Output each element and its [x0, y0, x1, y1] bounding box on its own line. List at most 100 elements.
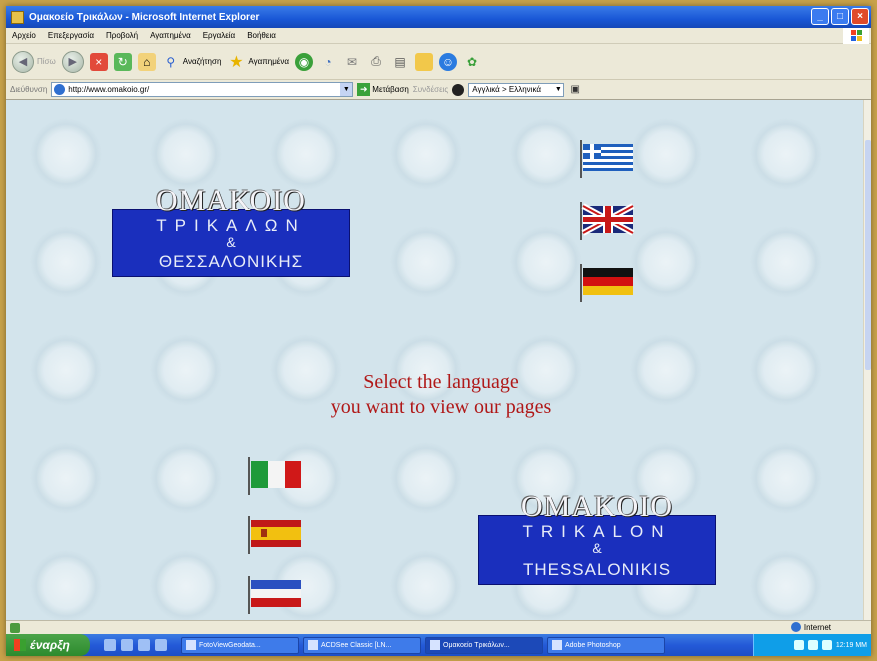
close-button[interactable]: ×: [851, 8, 869, 25]
task-list: FotoViewGeodata... ACDSee Classic [LN...…: [181, 636, 665, 654]
window-title: Ομακοείο Τρικάλων - Microsoft Internet E…: [29, 11, 260, 23]
maximize-button[interactable]: □: [831, 8, 849, 25]
menu-help[interactable]: Βοήθεια: [241, 31, 282, 40]
translate-select[interactable]: Αγγλικά > Ελληνικά ▼: [468, 82, 565, 97]
quick-launch-messenger-icon[interactable]: [155, 639, 167, 651]
serbian-flag-icon[interactable]: [246, 574, 301, 614]
logo-latin-city2: THESSALONIKIS: [522, 560, 672, 579]
quick-launch-media-icon[interactable]: [138, 639, 150, 651]
folder-icon[interactable]: [415, 52, 433, 71]
minimize-button[interactable]: _: [811, 8, 829, 25]
title-bar[interactable]: Ομακοείο Τρικάλων - Microsoft Internet E…: [6, 6, 871, 28]
security-zone: Internet: [790, 622, 831, 632]
address-label: Διεύθυνση: [10, 85, 48, 94]
uk-flag-icon[interactable]: [578, 200, 635, 240]
ie-app-icon: [11, 10, 24, 24]
window-controls: _ □ ×: [811, 8, 869, 25]
quick-launch-ie-icon[interactable]: [104, 639, 116, 651]
logo-latin[interactable]: OMAKOIO TRIKALON & THESSALONIKIS: [478, 490, 716, 585]
back-label: Πίσω: [37, 57, 56, 66]
taskbar: έναρξη FotoViewGeodata... ACDSee Classic…: [6, 634, 871, 656]
task-button[interactable]: ACDSee Classic [LN...: [303, 636, 421, 654]
clock[interactable]: 12:19 ΜΜ: [836, 642, 867, 649]
menu-tools[interactable]: Εργαλεία: [197, 31, 241, 40]
app-icon: [552, 640, 562, 650]
address-bar: Διεύθυνση http://www.omakoio.gr/ ▼ ➜ Μετ…: [6, 80, 871, 100]
tray-antivirus-icon[interactable]: [821, 640, 832, 650]
task-button[interactable]: Ομακοείο Τρικάλων...: [425, 636, 543, 654]
prompt-line-2: you want to view our pages: [330, 396, 552, 418]
globe-icon: [790, 622, 801, 632]
start-button[interactable]: έναρξη: [6, 634, 90, 656]
tray-network-icon[interactable]: [793, 640, 804, 650]
go-arrow-icon: ➜: [357, 83, 371, 96]
italian-flag-icon[interactable]: [246, 455, 301, 495]
translate-icon[interactable]: [452, 83, 465, 96]
toolbar-extra-icon[interactable]: ▣: [568, 84, 582, 96]
greek-flag-icon[interactable]: [578, 138, 633, 178]
logo-greek-city: ΤΡΙΚΑΛΩΝ: [156, 216, 306, 235]
task-button[interactable]: FotoViewGeodata...: [181, 636, 299, 654]
logo-greek-title: ΟΜΑΚΟΙΟ: [156, 184, 306, 217]
edit-icon[interactable]: ▤: [391, 53, 409, 71]
task-label: FotoViewGeodata...: [199, 641, 261, 649]
star-icon: ★: [229, 53, 244, 71]
favorites-label: Αγαπημένα: [248, 57, 289, 66]
logo-latin-title: OMAKOIO: [521, 490, 673, 523]
windows-flag-icon: [14, 639, 26, 651]
messenger-icon[interactable]: ☺: [439, 52, 457, 71]
search-icon: ⚲: [166, 54, 176, 69]
back-arrow-icon: ◀: [12, 50, 34, 73]
chevron-down-icon[interactable]: ▼: [340, 83, 353, 96]
logo-greek-amp: &: [226, 234, 236, 250]
logo-greek[interactable]: ΟΜΑΚΟΙΟ ΤΡΙΚΑΛΩΝ & ΘΕΣΣΑΛΟΝΙΚΗΣ: [112, 184, 350, 277]
history-icon[interactable]: ◔: [319, 53, 337, 71]
app-icon: [430, 640, 440, 650]
menu-favorites[interactable]: Αγαπημένα: [144, 31, 197, 40]
spanish-flag-icon[interactable]: [246, 514, 301, 554]
address-input[interactable]: http://www.omakoio.gr/ ▼: [51, 82, 354, 97]
app-icon: [308, 640, 318, 650]
links-button[interactable]: Συνδέσεις: [413, 85, 448, 94]
refresh-icon[interactable]: ↻: [113, 52, 132, 71]
language-prompt: Select the language you want to view our…: [256, 370, 626, 420]
windows-logo-icon: [843, 28, 869, 44]
task-button[interactable]: Adobe Photoshop: [547, 636, 665, 654]
quick-launch-desktop-icon[interactable]: [121, 639, 133, 651]
logo-latin-amp: &: [592, 540, 602, 556]
standard-toolbar: ◀ Πίσω ▶ × ↻ ⌂ ⚲ Αναζήτηση ★ Αγαπημένα ◉…: [6, 44, 871, 80]
logo-latin-city: TRIKALON: [522, 522, 672, 541]
german-flag-icon[interactable]: [578, 262, 633, 302]
vertical-scrollbar[interactable]: [863, 100, 871, 620]
menu-bar: Αρχείο Επεξεργασία Προβολή Αγαπημένα Εργ…: [6, 28, 871, 44]
print-icon[interactable]: ⎙: [367, 53, 385, 71]
go-button[interactable]: ➜ Μετάβαση: [357, 83, 409, 96]
favorites-button[interactable]: ★ Αγαπημένα: [227, 53, 289, 71]
mail-icon[interactable]: ✉: [343, 53, 361, 71]
stop-icon[interactable]: ×: [89, 52, 108, 71]
menu-view[interactable]: Προβολή: [100, 31, 144, 40]
address-url: http://www.omakoio.gr/: [68, 85, 150, 94]
search-label: Αναζήτηση: [182, 57, 222, 66]
page-icon: [54, 84, 66, 95]
status-bar: Internet: [6, 620, 871, 634]
search-button[interactable]: ⚲ Αναζήτηση: [162, 53, 222, 71]
start-label: έναρξη: [30, 638, 70, 652]
browser-window: Ομακοείο Τρικάλων - Microsoft Internet E…: [6, 6, 871, 656]
web-page-content: ΟΜΑΚΟΙΟ ΤΡΙΚΑΛΩΝ & ΘΕΣΣΑΛΟΝΙΚΗΣ Select t…: [6, 100, 863, 620]
scrollbar-thumb[interactable]: [865, 140, 871, 370]
media-icon[interactable]: ◉: [295, 52, 313, 71]
tray-volume-icon[interactable]: [807, 640, 818, 650]
chevron-down-icon: ▼: [554, 86, 562, 93]
back-button[interactable]: ◀ Πίσω: [12, 50, 56, 73]
logo-greek-city2: ΘΕΣΣΑΛΟΝΙΚΗΣ: [158, 252, 304, 271]
forward-button[interactable]: ▶: [61, 50, 84, 73]
menu-edit[interactable]: Επεξεργασία: [42, 31, 100, 40]
menu-file[interactable]: Αρχείο: [6, 31, 42, 40]
go-label: Μετάβαση: [372, 85, 409, 94]
prompt-line-1: Select the language: [363, 371, 519, 393]
app-icon: [186, 640, 196, 650]
tools-icon[interactable]: ✿: [463, 53, 481, 71]
translate-value: Αγγλικά > Ελληνικά: [472, 85, 541, 94]
home-icon[interactable]: ⌂: [137, 52, 156, 71]
